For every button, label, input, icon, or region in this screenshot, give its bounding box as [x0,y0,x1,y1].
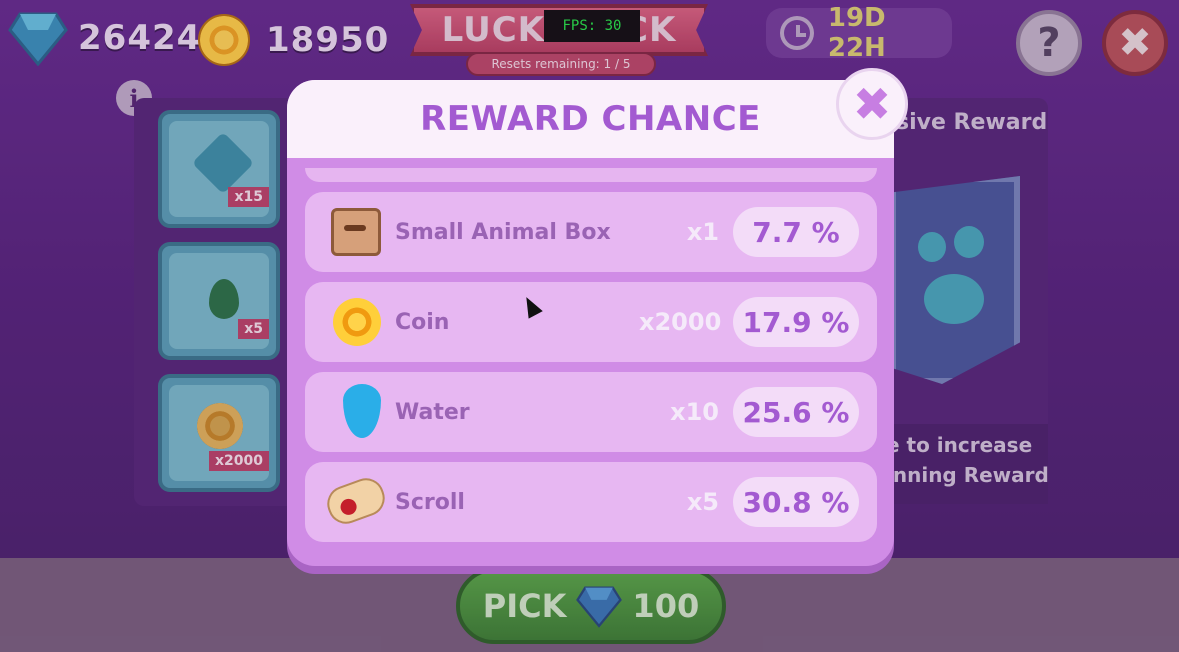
gem-icon [8,12,68,66]
fps-counter: FPS: 30 [544,10,640,42]
modal-close-button[interactable]: ✖ [836,68,908,140]
clock-icon [780,16,814,50]
reward-name: Coin [395,309,450,335]
reward-quantity: x5 [686,488,719,516]
pick-cost: 100 [632,587,700,625]
list-scroll-edge [305,168,877,182]
timer-text: 19D 22H [827,3,886,63]
pick-tile[interactable]: x15 [158,110,280,228]
reward-row: Water x10 25.6 % [305,372,877,452]
reward-row: Coin x2000 17.9 % [305,282,877,362]
pick-tile[interactable]: x5 [158,242,280,360]
scroll-icon [322,473,390,529]
desc-line: e to increase [886,433,1033,457]
pick-tile[interactable]: x2000 [158,374,280,492]
gem-counter: 26424 [8,10,201,66]
animal-box-icon [331,208,381,256]
desc-line: inning Rewards! [886,463,1048,487]
green-drop-icon [209,279,239,319]
coin-icon [197,403,243,449]
close-icon: ✖ [1118,20,1152,66]
pick-label: PICK [482,587,567,625]
paw-badge-icon [890,176,1020,384]
reward-row: Small Animal Box x1 7.7 % [305,192,877,272]
gem-icon [576,586,623,628]
coin-counter: 18950 [198,14,389,66]
tile-quantity: x15 [228,187,269,207]
reward-chance-modal: REWARD CHANCE Small Animal Box x1 7.7 % … [287,80,894,566]
reward-name: Scroll [395,489,465,515]
resets-remaining: Resets remaining: 1 / 5 [466,52,656,76]
modal-title: REWARD CHANCE [420,99,761,139]
progressive-reward-description: e to increase inning Rewards! [880,424,1048,504]
reward-quantity: x2000 [639,308,722,336]
question-icon: ? [1037,20,1061,66]
reward-percent: 30.8 % [733,477,859,527]
modal-header: REWARD CHANCE [287,80,894,158]
reward-name: Small Animal Box [395,219,611,245]
coin-icon [198,14,250,66]
reward-percent: 7.7 % [733,207,859,257]
event-timer: 19D 22H [766,3,952,63]
reward-quantity: x10 [670,398,719,426]
progressive-reward-title: sive Reward [896,110,1048,135]
tile-quantity: x2000 [209,451,269,471]
reward-row: Scroll x5 30.8 % [305,462,877,542]
reward-name: Water [395,399,470,425]
coin-icon [333,298,381,346]
tile-quantity: x5 [238,319,269,339]
gem-count: 26424 [78,18,202,58]
reward-quantity: x1 [686,218,719,246]
close-screen-button[interactable]: ✖ [1102,10,1168,76]
close-icon: ✖ [852,77,892,131]
help-button[interactable]: ? [1016,10,1082,76]
reward-percent: 17.9 % [733,297,859,347]
water-drop-icon [343,384,381,438]
leaf-icon [191,131,255,195]
coin-count: 18950 [266,20,390,60]
reward-percent: 25.6 % [733,387,859,437]
pick-button[interactable]: PICK 100 [456,568,726,644]
